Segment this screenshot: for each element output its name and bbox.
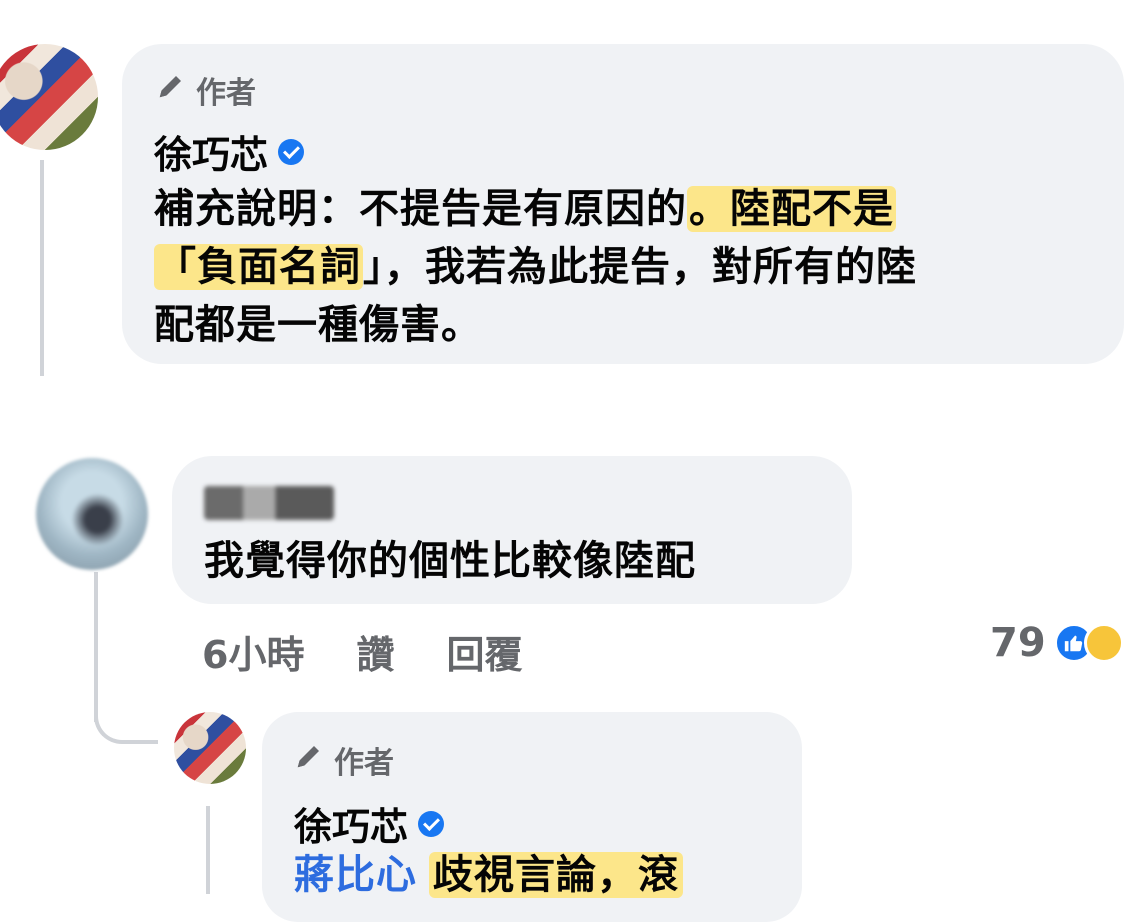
author-badge: 作者 (156, 68, 256, 112)
author-avatar[interactable] (0, 44, 98, 150)
verified-icon (418, 810, 445, 837)
comment-time[interactable]: 6小時 (202, 624, 304, 679)
highlighted-text: 。陸配不是 (687, 186, 896, 232)
author-name[interactable]: 徐巧芯 (154, 124, 268, 179)
author-reply-badge-label: 作者 (334, 746, 394, 781)
commenter-avatar[interactable] (36, 458, 148, 570)
thread-line (206, 806, 210, 894)
author-name-row[interactable]: 徐巧芯 (154, 124, 305, 179)
author-reply-text: 蔣比心 歧視言論，滾 (294, 850, 683, 900)
like-button[interactable]: 讚 (356, 624, 394, 679)
comment-line: 配都是一種傷害。 (154, 296, 917, 354)
reply-button[interactable]: 回覆 (446, 624, 522, 679)
reaction-count: 79 (990, 620, 1046, 666)
comment-line: 補充說明：不提告是有原因的。陸配不是 (154, 180, 917, 238)
reaction-summary[interactable]: 79 (990, 620, 1124, 666)
commenter-comment-bubble: 我覺得你的個性比較像陸配 (172, 456, 852, 604)
blurred-name (204, 486, 334, 520)
thread-line (40, 160, 44, 376)
thread-connector (94, 690, 158, 744)
author-comment-bubble: 作者 徐巧芯 補充說明：不提告是有原因的。陸配不是 「負面名詞」，我若為此提告，對… (122, 44, 1124, 364)
author-badge-label: 作者 (196, 76, 256, 111)
comment-text-segment: 補充說明：不提告是有原因的 (154, 186, 687, 232)
author-reply-name-row[interactable]: 徐巧芯 (294, 796, 445, 851)
commenter-comment-text: 我覺得你的個性比較像陸配 (204, 538, 696, 584)
author-reply-badge: 作者 (294, 738, 394, 782)
highlighted-text: 歧視言論，滾 (429, 852, 683, 898)
pencil-icon (156, 71, 186, 109)
comment-line: 「負面名詞」，我若為此提告，對所有的陸 (154, 238, 917, 296)
commenter-name[interactable] (204, 486, 334, 524)
comment-text-segment: 配都是一種傷害。 (154, 302, 482, 348)
author-reply-bubble: 作者 徐巧芯 蔣比心 歧視言論，滾 (262, 712, 802, 922)
author-comment-text: 補充說明：不提告是有原因的。陸配不是 「負面名詞」，我若為此提告，對所有的陸 配都是… (154, 180, 917, 354)
haha-icon (1083, 623, 1124, 663)
highlighted-text: 「負面名詞 (154, 244, 363, 290)
author-reply-name[interactable]: 徐巧芯 (294, 796, 408, 851)
comment-meta: 6小時 讚 回覆 (202, 624, 574, 679)
comment-text-segment: 」，我若為此提告，對所有的陸 (363, 244, 917, 290)
author-reply-avatar[interactable] (174, 712, 246, 784)
verified-icon (278, 138, 305, 165)
pencil-icon (294, 741, 324, 779)
mention-link[interactable]: 蔣比心 (294, 852, 417, 898)
